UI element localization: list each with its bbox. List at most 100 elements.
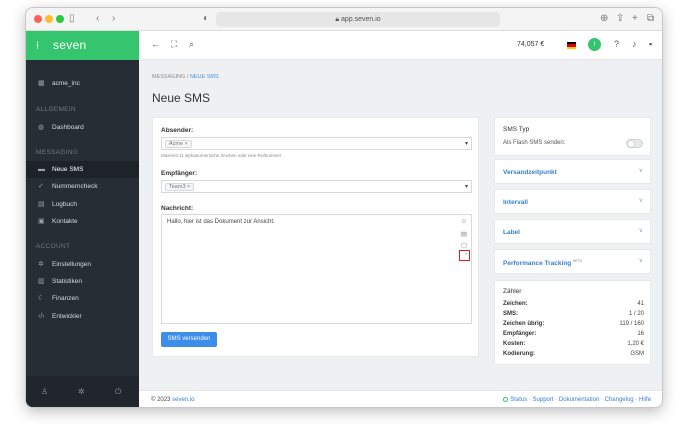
counter-value: 16 [637,331,644,337]
chevron-down-icon[interactable]: ▾ [465,183,468,190]
counter-value: 41 [637,301,644,307]
sidebar-item-statistiken[interactable]: ▥ Statistiken [26,273,139,290]
help-icon[interactable]: ? [614,39,619,49]
settings-gear-icon[interactable]: ✲ [78,387,85,396]
file-icon[interactable]: ▫ [465,251,467,258]
fullscreen-icon[interactable]: ⛶ [171,39,177,50]
counter-row: SMS: 1 / 20 [503,311,644,319]
sidebar-item-label: Neue SMS [52,166,84,173]
brand-header[interactable]: ⟊ seven [26,31,139,60]
template-icon[interactable]: ▤ [461,230,467,238]
message-textarea[interactable]: Hallo, hier ist das Dokument zur Ansicht… [161,214,472,324]
breadcrumb: MESSAGING / NEUE SMS [152,74,219,80]
search-icon[interactable]: ⌕ [189,39,194,50]
avatar[interactable]: ⟊ [588,38,601,51]
counter-row: Empfänger: 16 [503,331,644,339]
footer-link-hilfe[interactable]: Hilfe [639,397,651,403]
address-bar[interactable]: 🔒︎ app.seven.io [216,12,500,27]
sidebar: ⟊ seven ▦ acme_inc ALLGEMEIN ◍ Dashboard… [26,31,139,407]
checkmark-icon: ✓ [38,183,44,190]
sidebar-toggle-icon[interactable]: ▯ [69,12,75,26]
remove-tag-icon[interactable]: × [187,184,190,190]
code-icon: ‹/› [38,313,45,320]
counter-key: Kodierung: [503,351,535,357]
bell-icon[interactable]: ♪ [632,39,637,49]
sms-type-panel: SMS Typ Als Flash SMS senden: [494,117,651,156]
new-tab-icon[interactable]: + [632,12,638,26]
app-topbar: ← ⛶ ⌕ 74,057 € ⟊ ? ♪ ▪ [139,31,662,60]
power-icon[interactable]: ⏻ [115,387,121,397]
counter-key: SMS: [503,311,518,317]
forward-icon[interactable]: › [112,12,115,26]
sidebar-item-einstellungen[interactable]: ✲ Einstellungen [26,256,139,273]
back-icon[interactable]: ‹ [96,12,99,26]
counter-row: Kodierung: GSM [503,351,644,359]
message-text: Hallo, hier ist das Dokument zur Ansicht… [167,219,275,225]
account-name: acme_inc [52,80,80,87]
section-heading-account: ACCOUNT [36,243,71,250]
recipient-label: Empfänger: [161,170,198,177]
recipient-select[interactable]: Team3 × ▾ [161,180,472,193]
share-icon[interactable]: ⇪ [616,12,624,26]
remove-tag-icon[interactable]: × [185,141,188,147]
versandzeitpunkt-panel[interactable]: Versandzeitpunkt ∨ [494,159,651,184]
intervall-panel[interactable]: Intervall ∨ [494,189,651,214]
sidebar-item-neue-sms[interactable]: ▬ Neue SMS [26,161,139,178]
panel-title: Performance Tracking BETA [503,259,582,267]
panel-title: Intervall [503,199,528,206]
sender-label: Absender: [161,127,194,134]
minimize-window-button[interactable] [45,15,53,23]
privacy-shield-icon: ◐ [203,13,210,24]
account-switcher[interactable]: ▦ acme_inc [26,75,139,92]
send-sms-button[interactable]: SMS versenden [161,332,217,347]
footer-link-support[interactable]: Support [533,397,554,403]
sidebar-item-finanzen[interactable]: ☾ Finanzen [26,290,139,307]
sidebar-item-logbuch[interactable]: ▤ Logbuch [26,196,139,213]
sidebar-item-kontakte[interactable]: ▣ Kontakte [26,213,139,230]
footer-link-status[interactable]: Status [510,397,527,403]
close-window-button[interactable] [34,15,42,23]
arrow-left-icon[interactable]: ← [151,39,160,49]
counter-key: Zeichen übrig: [503,321,545,327]
sidebar-item-entwickler[interactable]: ‹/› Entwickler [26,308,139,325]
footer-link-changelog[interactable]: Changelog [605,397,634,403]
footer-link-dokumentation[interactable]: Dokumentation [559,397,599,403]
attachment-icon[interactable]: ▢ [461,241,467,249]
emoji-icon[interactable]: ☺ [460,218,467,225]
account-balance[interactable]: 74,057 € [517,41,544,48]
sidebar-item-label: Einstellungen [52,261,92,268]
sidebar-item-label: Statistiken [52,278,82,285]
recipient-tag[interactable]: Team3 × [165,183,195,191]
sidebar-item-label: Dashboard [52,124,84,131]
chevron-down-icon[interactable]: ▾ [465,140,468,147]
counter-value: 1 / 20 [628,311,644,317]
counter-key: Empfänger: [503,331,537,337]
download-icon[interactable]: ⊕ [600,12,608,26]
sidebar-item-dashboard[interactable]: ◍ Dashboard [26,119,139,136]
user-icon[interactable]: ♙ [41,387,48,396]
sidebar-item-nummerncheck[interactable]: ✓ Nummerncheck [26,178,139,195]
contacts-icon: ▣ [38,218,45,225]
chat-icon[interactable]: ▪ [649,39,652,49]
counter-key: Zeichen: [503,301,528,307]
browser-toolbar: ▯ ‹ › ◐ 🔒︎ app.seven.io ⊕ ⇪ + ⧉ [26,8,662,31]
sender-select[interactable]: Acme × ▾ [161,137,472,150]
beta-badge: BETA [573,259,582,263]
sender-tag[interactable]: Acme × [165,140,192,148]
performance-tracking-panel[interactable]: Performance Tracking BETA ∨ [494,249,651,274]
counter-row: Zeichen übrig: 119 / 160 [503,321,644,329]
chevron-down-icon: ∨ [638,168,643,174]
german-flag-icon[interactable] [567,42,576,49]
label-panel[interactable]: Label ∨ [494,219,651,244]
sender-tag-label: Acme [169,141,184,147]
copyright-link[interactable]: seven.io [172,397,194,403]
section-heading-messaging: MESSAGING [36,149,79,156]
page-title: Neue SMS [152,91,211,105]
maximize-window-button[interactable] [56,15,64,23]
sidebar-footer: ♙ ✲ ⏻ [26,376,139,407]
tabs-overview-icon[interactable]: ⧉ [647,12,654,26]
breadcrumb-root[interactable]: MESSAGING [152,74,185,80]
sidebar-item-label: Kontakte [52,218,78,225]
brand-name: seven [53,38,87,52]
flash-sms-toggle[interactable] [626,139,643,148]
